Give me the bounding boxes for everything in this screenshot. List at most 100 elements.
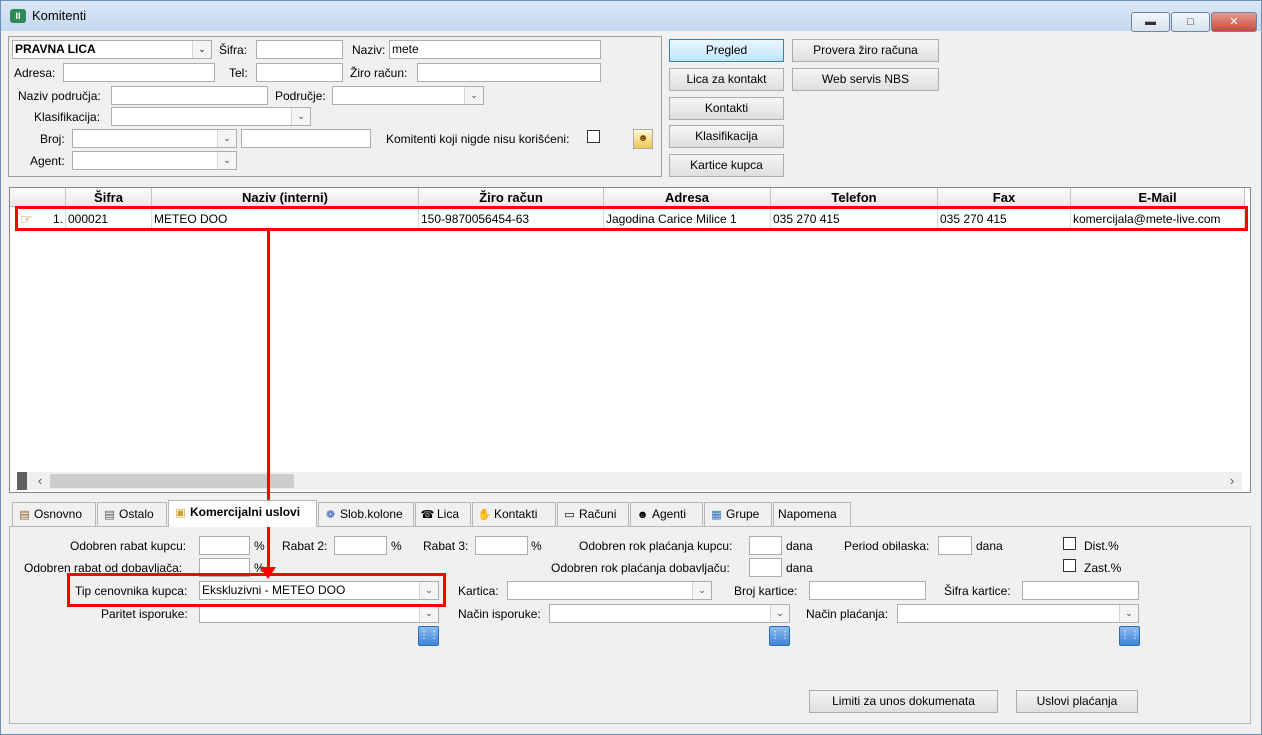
rabat2-input[interactable]	[334, 536, 387, 555]
scroll-right-icon[interactable]: ›	[1224, 473, 1240, 489]
column-header[interactable]: Telefon	[771, 188, 938, 207]
percent-label: %	[254, 539, 265, 553]
column-header[interactable]: Žiro račun	[419, 188, 604, 207]
sifra-input[interactable]	[256, 40, 343, 59]
paritet-isporuke-label: Paritet isporuke:	[101, 607, 188, 621]
column-header[interactable]: E-Mail	[1071, 188, 1245, 207]
period-obilaska-input[interactable]	[938, 536, 972, 555]
app-logo-icon: II	[10, 9, 26, 23]
broj-text-input[interactable]	[241, 129, 371, 148]
tab-label: Kontakti	[494, 507, 538, 521]
limiti-button[interactable]: Limiti za unos dokumenata	[809, 690, 998, 713]
tab-label: Agenti	[652, 507, 687, 521]
kartice-kupca-button[interactable]: Kartice kupca	[669, 154, 784, 177]
adresa-label: Adresa:	[14, 66, 56, 80]
tab-label: Lica	[437, 507, 460, 521]
pregled-button[interactable]: Pregled	[669, 39, 784, 62]
tab-napomena[interactable]: Napomena	[773, 502, 851, 526]
ziro-racun-input[interactable]	[417, 63, 601, 82]
lookup-icon[interactable]: ⋮⋮	[1119, 626, 1140, 646]
nacin-placanja-select[interactable]: ⌄	[897, 604, 1139, 623]
rabat3-input[interactable]	[475, 536, 528, 555]
kartica-label: Kartica:	[458, 584, 499, 598]
uslovi-placanja-button[interactable]: Uslovi plaćanja	[1016, 690, 1138, 713]
rok-dobavljacu-label: Odobren rok plaćanja dobavljaču:	[551, 561, 730, 575]
chevron-down-icon: ⌄	[1119, 605, 1138, 622]
scroll-left-icon[interactable]: ‹	[32, 473, 48, 489]
web-servis-nbs-button[interactable]: Web servis NBS	[792, 68, 939, 91]
tab-slob-kolone[interactable]: ❁ Slob.kolone	[318, 502, 414, 526]
kontakti-button[interactable]: Kontakti	[669, 97, 784, 120]
user-info-icon[interactable]: ☻	[633, 129, 653, 149]
lookup-icon[interactable]: ⋮⋮	[769, 626, 790, 646]
chevron-down-icon: ⌄	[291, 108, 310, 125]
percent-label: %	[391, 539, 402, 553]
rok-kupcu-label: Odobren rok plaćanja kupcu:	[579, 539, 733, 553]
title-bar: II Komitenti ▬ □ ✕	[1, 1, 1261, 32]
rabat-kupcu-input[interactable]	[199, 536, 250, 555]
podrucje-select[interactable]: ⌄	[332, 86, 484, 105]
broj-select[interactable]: ⌄	[72, 129, 237, 148]
provera-ziro-racuna-button[interactable]: Provera žiro računa	[792, 39, 939, 62]
tab-kontakti[interactable]: ✋ Kontakti	[472, 502, 556, 526]
tab-komercijalni-uslovi[interactable]: ▣ Komercijalni uslovi	[168, 500, 317, 527]
column-header[interactable]: Adresa	[604, 188, 771, 207]
tab-label: Slob.kolone	[340, 507, 403, 521]
naziv-input[interactable]: mete	[389, 40, 601, 59]
maximize-button[interactable]: □	[1171, 12, 1210, 32]
adresa-input[interactable]	[63, 63, 215, 82]
highlight-tip-cenovnika	[67, 573, 446, 607]
naziv-podrucja-input[interactable]	[111, 86, 268, 105]
grid-corner-header	[10, 188, 66, 207]
tab-ostalo[interactable]: ▤ Ostalo	[97, 502, 167, 526]
tab-label: Osnovno	[34, 507, 83, 521]
tab-label: Napomena	[778, 507, 837, 521]
unused-komitenti-checkbox[interactable]	[587, 130, 600, 143]
horizontal-scrollbar[interactable]: ‹ ›	[17, 472, 1242, 490]
nacin-isporuke-select[interactable]: ⌄	[549, 604, 790, 623]
sifra-kartice-input[interactable]	[1022, 581, 1139, 600]
zast-checkbox[interactable]	[1063, 559, 1076, 572]
lookup-icon[interactable]: ⋮⋮	[418, 626, 439, 646]
kartica-select[interactable]: ⌄	[507, 581, 712, 600]
komitenti-grid: Šifra Naziv (interni) Žiro račun Adresa …	[9, 187, 1251, 493]
scrollbar-thumb[interactable]	[50, 474, 294, 488]
naziv-podrucja-label: Naziv područja:	[18, 89, 101, 103]
chevron-down-icon: ⌄	[419, 605, 438, 622]
dist-checkbox[interactable]	[1063, 537, 1076, 550]
minimize-button[interactable]: ▬	[1131, 12, 1170, 32]
column-header[interactable]: Fax	[938, 188, 1071, 207]
rok-kupcu-input[interactable]	[749, 536, 782, 555]
tab-grupe[interactable]: ▦ Grupe	[704, 502, 772, 526]
card-icon: ▭	[564, 509, 575, 521]
close-button[interactable]: ✕	[1211, 12, 1257, 32]
agent-label: Agent:	[30, 154, 65, 168]
dist-label: Dist.%	[1084, 539, 1119, 553]
dana-label: dana	[976, 539, 1003, 553]
chevron-down-icon: ⌄	[217, 130, 236, 147]
rok-dobavljacu-input[interactable]	[749, 558, 782, 577]
tab-racuni[interactable]: ▭ Računi	[557, 502, 629, 526]
tab-osnovno[interactable]: ▤ Osnovno	[12, 502, 96, 526]
rabat-kupcu-label: Odobren rabat kupcu:	[70, 539, 187, 553]
komitenti-window: II Komitenti ▬ □ ✕ PRAVNA LICA ⌄ Šifra: …	[0, 0, 1262, 735]
agent-select[interactable]: ⌄	[72, 151, 237, 170]
klasifikacija-button[interactable]: Klasifikacija	[669, 125, 784, 148]
tel-input[interactable]	[256, 63, 343, 82]
column-header[interactable]: Šifra	[66, 188, 152, 207]
unused-komitenti-label: Komitenti koji nigde nisu korišćeni:	[386, 132, 570, 146]
tab-agenti[interactable]: ☻ Agenti	[630, 502, 703, 526]
klasifikacija-select[interactable]: ⌄	[111, 107, 311, 126]
nacin-isporuke-label: Način isporuke:	[458, 607, 541, 621]
books-icon: ▤	[19, 509, 30, 521]
rabat3-label: Rabat 3:	[423, 539, 469, 553]
klasifikacija-label: Klasifikacija:	[34, 110, 101, 124]
lica-za-kontakt-button[interactable]: Lica za kontakt	[669, 68, 784, 91]
podrucje-label: Područje:	[275, 89, 326, 103]
broj-kartice-input[interactable]	[809, 581, 926, 600]
type-select[interactable]: PRAVNA LICA ⌄	[12, 40, 212, 59]
tab-label: Grupe	[726, 507, 760, 521]
column-header[interactable]: Naziv (interni)	[152, 188, 419, 207]
tab-lica[interactable]: ☎ Lica	[415, 502, 471, 526]
hand-icon: ✋	[477, 509, 492, 521]
